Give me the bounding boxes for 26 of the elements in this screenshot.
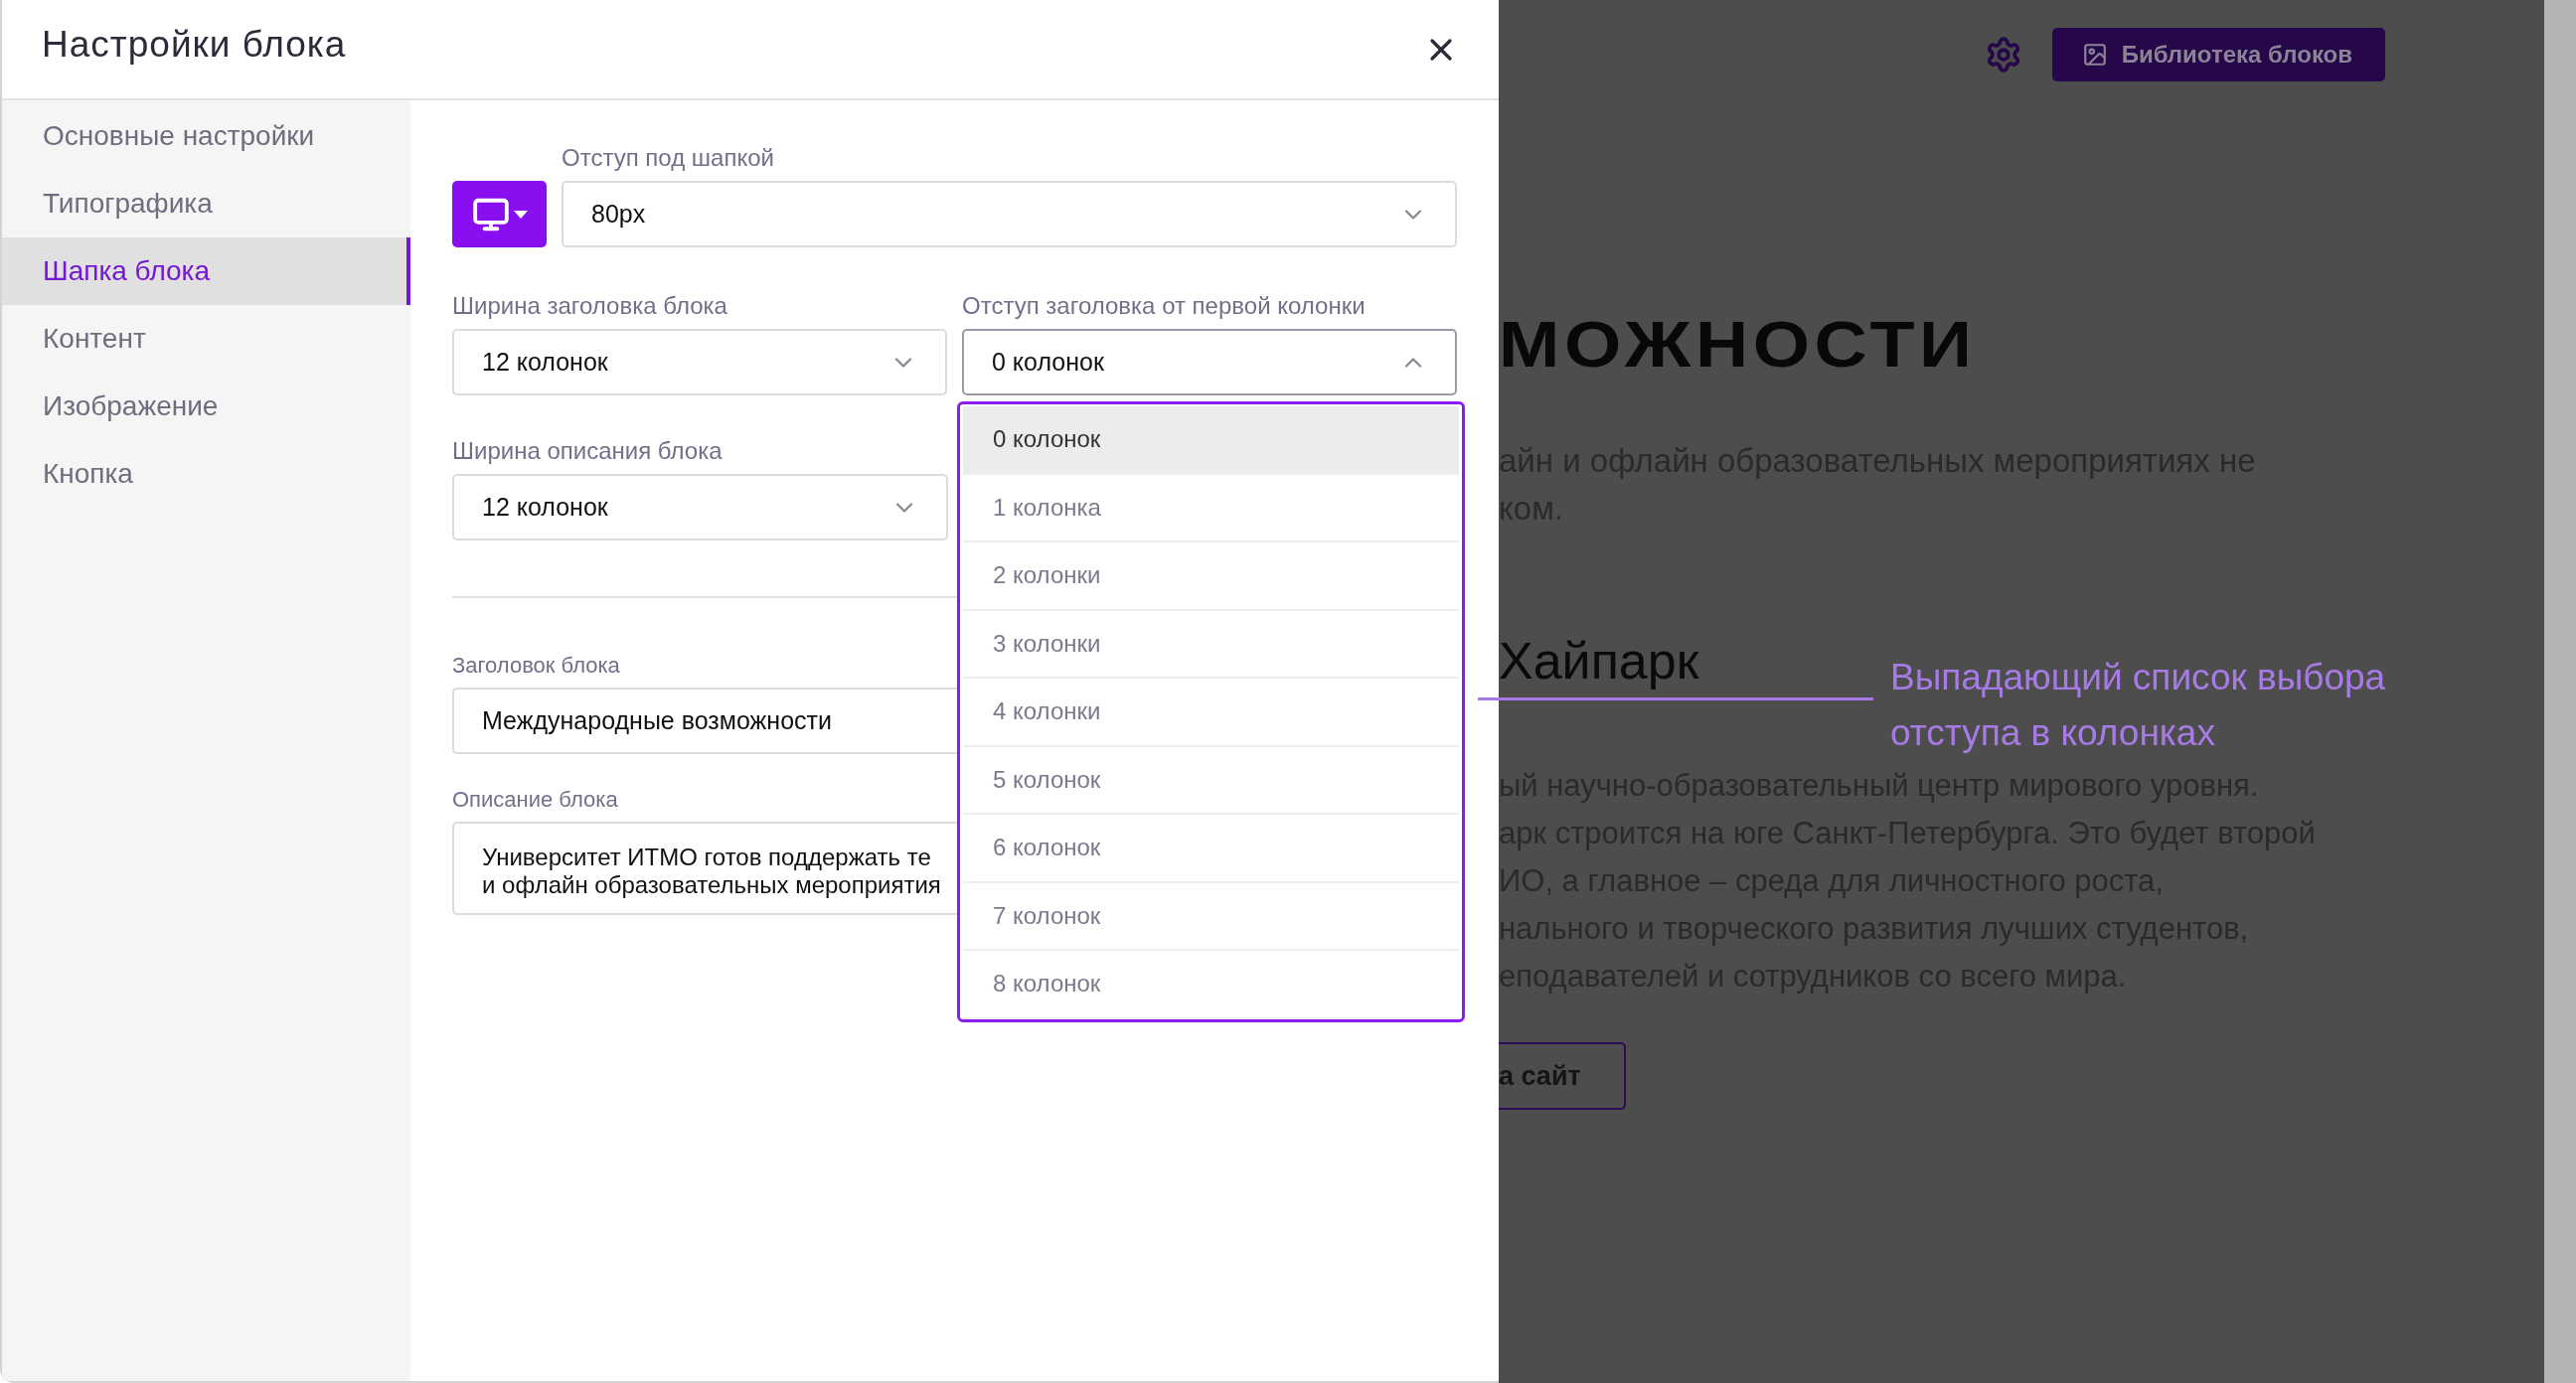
page-heading: МОЖНОСТИ — [1499, 308, 1978, 382]
library-button[interactable]: Библиотека блоков — [2051, 28, 2385, 81]
sidebar-item[interactable]: Контент — [2, 305, 410, 373]
sidebar-item[interactable]: Основные настройки — [2, 102, 410, 170]
caret-icon — [513, 210, 528, 219]
device-button[interactable] — [452, 181, 547, 247]
field-label: Отступ под шапкой — [562, 144, 775, 172]
sidebar-item[interactable]: Типографика — [2, 170, 410, 237]
scrollbar[interactable] — [2544, 0, 2576, 1383]
dialog-title: Настройки блока — [42, 23, 347, 66]
sidebar-item[interactable]: Изображение — [2, 373, 410, 440]
image-icon — [2081, 42, 2108, 68]
field-label: Ширина заголовка блока — [452, 292, 728, 320]
field-label: Заголовок блока — [452, 653, 621, 679]
select-field[interactable]: 0 колонок — [962, 329, 1457, 395]
select-field[interactable]: 12 колонок — [452, 329, 947, 395]
select-field[interactable]: 80px — [562, 181, 1457, 247]
section-heading: Хайпарк — [1499, 632, 1699, 690]
sidebar-item[interactable]: Шапка блока — [2, 237, 410, 305]
sidebar-item[interactable]: Кнопка — [2, 440, 410, 508]
field-label: Отступ заголовка от первой колонки — [962, 292, 1367, 320]
field-label: Описание блока — [452, 787, 619, 813]
dropdown-option[interactable]: 0 колонок — [963, 406, 1459, 475]
annotation-text: Выпадающий список выбора отступа в колонках — [1890, 656, 2386, 755]
select-field[interactable]: 12 колонок — [452, 474, 948, 540]
field-label: Ширина описания блока — [452, 437, 724, 465]
